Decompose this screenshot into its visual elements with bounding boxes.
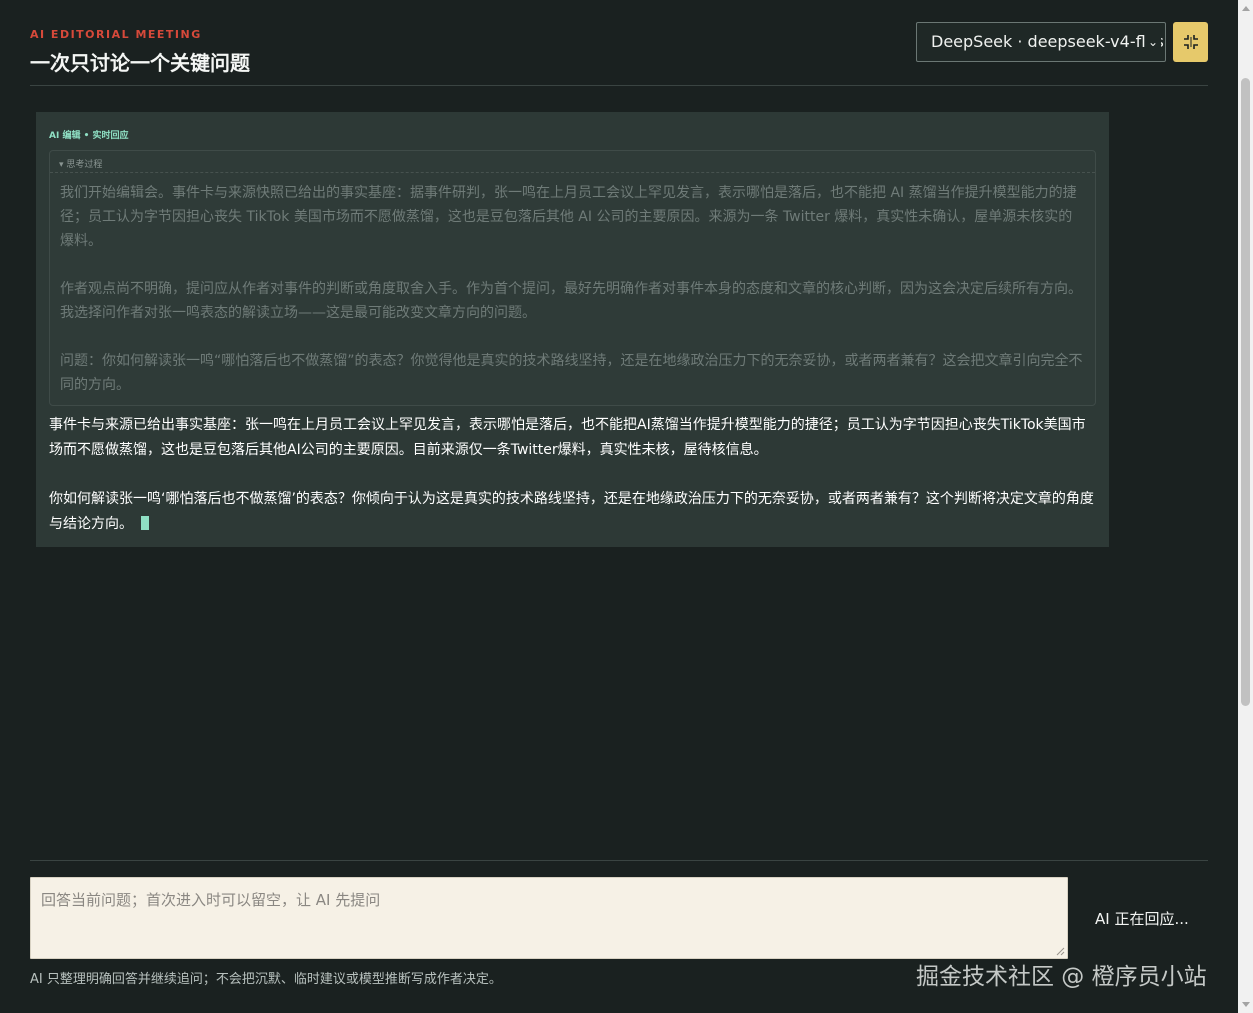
- resize-grip-icon[interactable]: [1055, 946, 1065, 956]
- collapse-button[interactable]: [1173, 22, 1208, 62]
- typing-cursor: [141, 516, 149, 530]
- answer-paragraph: 你如何解读张一鸣‘哪怕落后也不做蒸馏’的表态？你倾向于认为这是真实的技术路线坚持…: [49, 487, 1096, 537]
- page-title: 一次只讨论一个关键问题: [30, 51, 250, 75]
- model-select-value: DeepSeek · deepseek-v4-flash: [931, 32, 1166, 51]
- answer-content: 事件卡与来源已给出事实基座：张一鸣在上月员工会议上罕见发言，表示哪怕是落后，也不…: [49, 413, 1096, 537]
- ai-message-card: AI 编辑 • 实时回应 ▾ 思考过程 我们开始编辑会。事件卡与来源快照已给出的…: [36, 112, 1109, 547]
- thinking-toggle[interactable]: ▾ 思考过程: [50, 151, 1095, 173]
- thinking-paragraph: 问题：你如何解读张一鸣“哪怕落后也不做蒸馏”的表态？你觉得他是真实的技术路线坚持…: [60, 353, 1083, 393]
- thinking-paragraph: 我们开始编辑会。事件卡与来源快照已给出的事实基座：据事件研判，张一鸣在上月员工会…: [60, 185, 1077, 249]
- thinking-paragraph: 作者观点尚不明确，提问应从作者对事件的判断或角度取舍入手。作为首个提问，最好先明…: [60, 281, 1082, 321]
- composer-hint: AI 只整理明确回答并继续追问；不会把沉默、临时建议或模型推断写成作者决定。: [30, 972, 502, 987]
- thinking-panel: ▾ 思考过程 我们开始编辑会。事件卡与来源快照已给出的事实基座：据事件研判，张一…: [49, 150, 1096, 406]
- answer-text: 你如何解读张一鸣‘哪怕落后也不做蒸馏’的表态？你倾向于认为这是真实的技术路线坚持…: [49, 491, 1094, 532]
- collapse-icon: [1183, 35, 1198, 49]
- answer-paragraph: 事件卡与来源已给出事实基座：张一鸣在上月员工会议上罕见发言，表示哪怕是落后，也不…: [49, 417, 1086, 458]
- message-meta: AI 编辑 • 实时回应: [49, 131, 129, 141]
- ai-status: AI 正在回应...: [1095, 910, 1189, 928]
- reply-input[interactable]: [30, 877, 1068, 959]
- composer-divider: [30, 860, 1208, 861]
- watermark: 掘金技术社区 @ 橙序员小站: [916, 964, 1207, 990]
- scrollbar[interactable]: [1238, 0, 1253, 1013]
- chevron-down-icon: ⌄: [1145, 23, 1161, 61]
- scroll-thumb[interactable]: [1241, 78, 1250, 706]
- scroll-down-icon[interactable]: [1242, 1002, 1250, 1007]
- thinking-content: 我们开始编辑会。事件卡与来源快照已给出的事实基座：据事件研判，张一鸣在上月员工会…: [50, 173, 1095, 397]
- scroll-up-icon[interactable]: [1242, 6, 1250, 11]
- eyebrow-label: AI EDITORIAL MEETING: [30, 28, 202, 41]
- page-header: AI EDITORIAL MEETING 一次只讨论一个关键问题 DeepSee…: [30, 0, 1208, 86]
- model-select[interactable]: DeepSeek · deepseek-v4-flash ⌄: [916, 22, 1166, 62]
